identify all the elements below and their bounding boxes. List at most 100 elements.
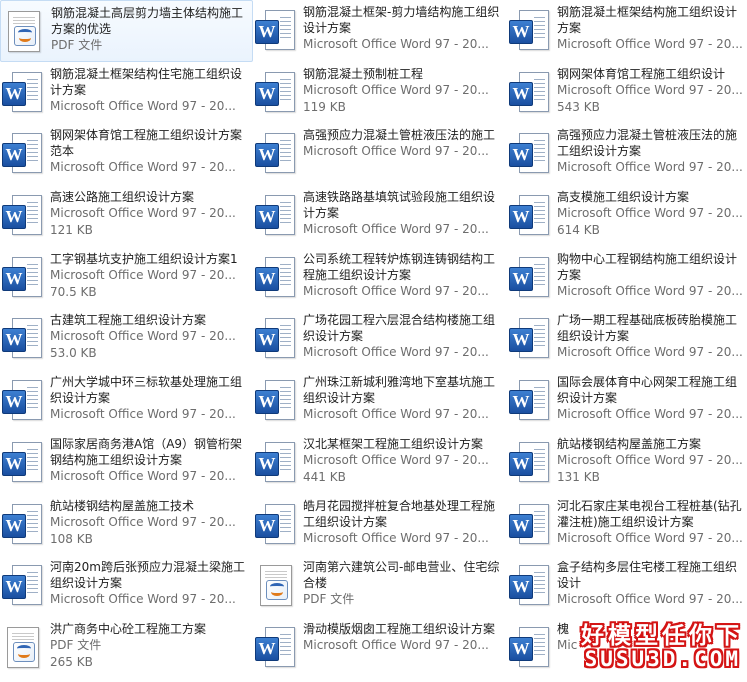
file-type: Microsoft Office Word 97 - 20... bbox=[557, 82, 743, 97]
file-item[interactable]: W 钢筋混凝土预制桩工程 Microsoft Office Word 97 - 20… bbox=[253, 62, 507, 124]
watermark-site: SUSU3D.COM bbox=[584, 647, 741, 671]
file-item[interactable]: W 河北石家庄某电视台工程桩基(钻孔灌注桩)施工组织设计方案 Microsoft O… bbox=[507, 494, 747, 556]
file-size: 121 KB bbox=[50, 223, 93, 238]
file-name: 滑动模版烟囱工程施工组织设计方案 bbox=[303, 621, 496, 636]
file-item[interactable]: W 钢筋混凝土框架结构施工组织设计方案 Microsoft Office Word … bbox=[507, 0, 747, 62]
file-item[interactable]: 洪广商务中心砼工程施工方案 PDF 文件 265 KB bbox=[0, 617, 253, 679]
word-document-icon: W bbox=[255, 256, 297, 300]
file-name: 高强预应力混凝土管桩液压法的施工组织设计方案 bbox=[557, 128, 738, 159]
file-name: 购物中心工程钢结构施工组织设计方案 bbox=[557, 251, 738, 282]
file-type: Microsoft Office Word 97 - 20... bbox=[50, 160, 236, 175]
file-item[interactable]: W 国际会展体育中心网架工程施工组织设计方案 Microsoft Office Wo… bbox=[507, 370, 747, 432]
file-name: 高速公路施工组织设计方案 bbox=[50, 190, 195, 205]
file-type: Microsoft Office Word 97 - 20... bbox=[557, 345, 743, 360]
file-type: Microsoft Office Word 97 - 20... bbox=[50, 514, 236, 529]
file-item[interactable]: W 航站楼钢结构屋盖施工技术 Microsoft Office Word 97 - … bbox=[0, 494, 253, 556]
file-size: 119 KB bbox=[303, 99, 346, 114]
word-document-icon: W bbox=[255, 441, 297, 485]
file-size: 108 KB bbox=[50, 531, 93, 546]
file-type: Microsoft Office Word 97 - 20... bbox=[50, 206, 236, 221]
file-item[interactable]: W 河南20m跨后张预应力混凝土梁施工组织设计方案 Microsoft Office… bbox=[0, 555, 253, 617]
word-document-icon: W bbox=[2, 564, 44, 608]
file-type: Microsoft Office Word 97 - 20... bbox=[303, 637, 489, 652]
file-item[interactable]: W 古建筑工程施工组织设计方案 Microsoft Office Word 97 -… bbox=[0, 308, 253, 370]
file-item[interactable]: W 广州珠江新城利雅湾地下室基坑施工组织设计方案 Microsoft Office … bbox=[253, 370, 507, 432]
file-type: Microsoft Office Word 97 - 20... bbox=[557, 37, 743, 51]
file-item[interactable]: W 公司系统工程转炉炼钢连铸钢结构工程施工组织设计方案 Microsoft Offi… bbox=[253, 247, 507, 309]
file-name: 河北石家庄某电视台工程桩基(钻孔灌注桩)施工组织设计方案 bbox=[557, 498, 742, 529]
word-document-icon: W bbox=[255, 503, 297, 547]
file-type: Microsoft Office Word 97 - 20... bbox=[303, 452, 489, 467]
file-item[interactable]: W 高强预应力混凝土管桩液压法的施工组织设计方案 Microsoft Office … bbox=[507, 123, 747, 185]
file-item[interactable]: W 广场一期工程基础底板砖胎模施工组织设计方案 Microsoft Office W… bbox=[507, 308, 747, 370]
file-name: 钢筋混凝土框架结构施工组织设计方案 bbox=[557, 5, 738, 35]
word-document-icon: W bbox=[509, 626, 551, 670]
file-size: 131 KB bbox=[557, 469, 600, 484]
file-type: Microsoft Office Word 97 - 20... bbox=[557, 407, 743, 422]
file-name: 广场一期工程基础底板砖胎模施工组织设计方案 bbox=[557, 313, 738, 344]
watermark-logo: 好模型任你下 SUSU3D.COM bbox=[550, 616, 747, 682]
word-document-icon: W bbox=[255, 317, 297, 361]
watermark-slogan: 好模型任你下 bbox=[581, 623, 743, 649]
file-item[interactable]: W 高强预应力混凝土管桩液压法的施工 Microsoft Office Word 9… bbox=[253, 123, 507, 185]
file-item[interactable]: W 高支模施工组织设计方案 Microsoft Office Word 97 - 2… bbox=[507, 185, 747, 247]
file-item[interactable]: W 钢网架体育馆工程施工组织设计 Microsoft Office Word 97 … bbox=[507, 62, 747, 124]
word-document-icon: W bbox=[2, 503, 44, 547]
file-name: 钢筋混凝土预制桩工程 bbox=[303, 66, 424, 81]
file-type: Microsoft Office Word 97 - 20... bbox=[50, 407, 236, 422]
file-item[interactable]: W 国际家居商务港A馆（A9）钢管桁架钢结构施工组织设计方案 Microsoft O… bbox=[0, 432, 253, 494]
word-document-icon: W bbox=[255, 379, 297, 423]
file-item[interactable]: W 汉北某框架工程施工组织设计方案 Microsoft Office Word 97… bbox=[253, 432, 507, 494]
file-item[interactable]: W 高速公路施工组织设计方案 Microsoft Office Word 97 - … bbox=[0, 185, 253, 247]
file-item[interactable]: W 钢筋混凝土框架-剪力墙结构施工组织设计方案 Microsoft Office W… bbox=[253, 0, 507, 62]
file-item[interactable]: W 盒子结构多层住宅楼工程施工组织设计 Microsoft Office Word … bbox=[507, 555, 747, 617]
word-document-icon: W bbox=[2, 441, 44, 485]
file-item[interactable]: W 工字钢基坑支护施工组织设计方案1 Microsoft Office Word 9… bbox=[0, 247, 253, 309]
word-document-icon: W bbox=[255, 71, 297, 115]
word-document-icon: W bbox=[2, 379, 44, 423]
file-name: 皓月花园搅拌桩复合地基处理工程施工组织设计方案 bbox=[303, 498, 496, 529]
file-type: Microsoft Office Word 97 - 20... bbox=[303, 283, 489, 298]
file-name: 河南20m跨后张预应力混凝土梁施工组织设计方案 bbox=[50, 560, 245, 591]
file-type: Microsoft Office Word 97 - 20... bbox=[50, 329, 236, 344]
file-name: 河南第六建筑公司-邮电营业、住宅综合楼 bbox=[303, 560, 500, 591]
file-size: 614 KB bbox=[557, 223, 600, 238]
file-type: Microsoft Office Word 97 - 20... bbox=[557, 530, 743, 545]
file-name: 钢筋混凝土框架结构住宅施工组织设计方案 bbox=[50, 66, 243, 97]
file-item[interactable]: W 广场花园工程六层混合结构楼施工组织设计方案 Microsoft Office W… bbox=[253, 308, 507, 370]
word-document-icon: W bbox=[509, 379, 551, 423]
file-item[interactable]: 钢筋混凝土高层剪力墙主体结构施工方案的优选 PDF 文件 bbox=[0, 0, 253, 62]
word-document-icon: W bbox=[509, 317, 551, 361]
file-item[interactable]: W 广州大学城中环三标软基处理施工组织设计方案 Microsoft Office W… bbox=[0, 370, 253, 432]
file-type: Microsoft Office Word 97 - 20... bbox=[50, 468, 236, 483]
file-item[interactable]: W 钢网架体育馆工程施工组织设计方案范本 Microsoft Office Word… bbox=[0, 123, 253, 185]
file-name: 洪广商务中心砼工程施工方案 bbox=[50, 621, 207, 636]
word-document-icon: W bbox=[509, 503, 551, 547]
word-document-icon: W bbox=[509, 441, 551, 485]
file-type: Microsoft Office Word 97 - 20... bbox=[303, 407, 489, 422]
word-document-icon: W bbox=[509, 71, 551, 115]
file-item[interactable]: W 钢筋混凝土框架结构住宅施工组织设计方案 Microsoft Office Wor… bbox=[0, 62, 253, 124]
file-item[interactable]: 河南第六建筑公司-邮电营业、住宅综合楼 PDF 文件 bbox=[253, 555, 507, 617]
file-item[interactable]: W 高速铁路路基填筑试验段施工组织设计方案 Microsoft Office Wor… bbox=[253, 185, 507, 247]
file-type: Microsoft Office Word 97 - 20... bbox=[303, 37, 489, 51]
file-name: 工字钢基坑支护施工组织设计方案1 bbox=[50, 251, 238, 266]
file-item[interactable]: W 购物中心工程钢结构施工组织设计方案 Microsoft Office Word … bbox=[507, 247, 747, 309]
file-item[interactable]: W 航站楼钢结构屋盖施工方案 Microsoft Office Word 97 - … bbox=[507, 432, 747, 494]
word-document-icon: W bbox=[255, 132, 297, 176]
file-name: 古建筑工程施工组织设计方案 bbox=[50, 313, 207, 328]
file-name: 钢网架体育馆工程施工组织设计方案范本 bbox=[50, 128, 243, 159]
file-name: 盒子结构多层住宅楼工程施工组织设计 bbox=[557, 560, 738, 591]
file-name: 广场花园工程六层混合结构楼施工组织设计方案 bbox=[303, 313, 496, 344]
file-type: PDF 文件 bbox=[51, 38, 103, 52]
word-document-icon: W bbox=[2, 256, 44, 300]
word-document-icon: W bbox=[509, 132, 551, 176]
file-item[interactable]: W 滑动模版烟囱工程施工组织设计方案 Microsoft Office Word 9… bbox=[253, 617, 507, 679]
file-name: 航站楼钢结构屋盖施工技术 bbox=[50, 498, 195, 513]
file-type: Microsoft Office Word 97 - 20... bbox=[557, 206, 743, 221]
file-name: 广州大学城中环三标软基处理施工组织设计方案 bbox=[50, 375, 243, 406]
file-type: Microsoft Office Word 97 - 20... bbox=[303, 345, 489, 360]
file-item[interactable]: W 皓月花园搅拌桩复合地基处理工程施工组织设计方案 Microsoft Office… bbox=[253, 494, 507, 556]
file-list-view: 钢筋混凝土高层剪力墙主体结构施工方案的优选 PDF 文件 W 钢筋混凝土框架-剪力墙结… bbox=[0, 0, 747, 682]
file-name: 高速铁路路基填筑试验段施工组织设计方案 bbox=[303, 190, 496, 221]
